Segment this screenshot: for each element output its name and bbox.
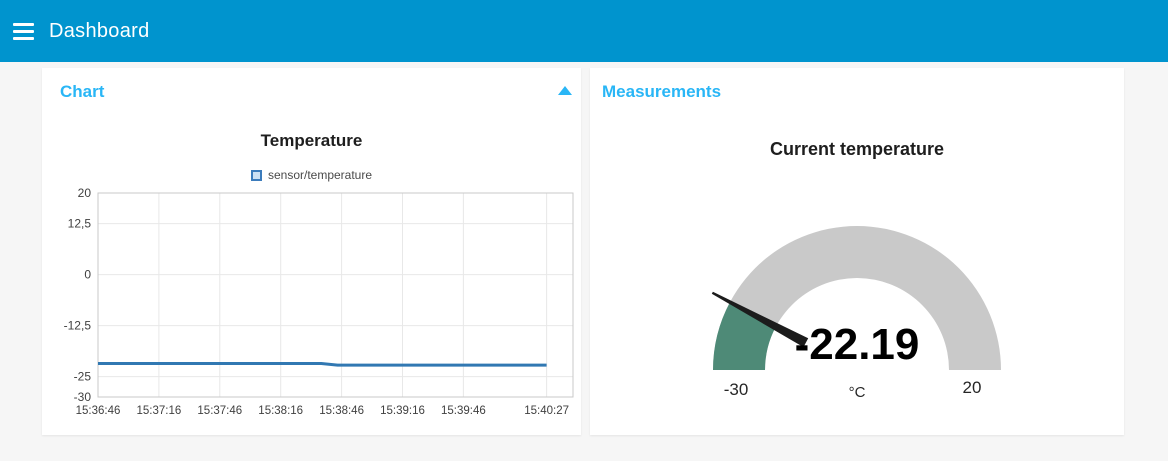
y-tick-label: 12,5: [68, 217, 92, 231]
x-tick-label: 15:38:46: [319, 405, 364, 417]
y-tick-label: -25: [74, 370, 92, 384]
legend-item[interactable]: sensor/temperature: [42, 168, 581, 182]
hamburger-icon: [13, 29, 34, 33]
x-tick-label: 15:37:46: [197, 405, 242, 417]
gauge-title: Current temperature: [769, 139, 945, 159]
gauge-unit-label: °C: [848, 384, 866, 401]
hamburger-icon: [13, 36, 34, 40]
legend-swatch-icon: [250, 169, 262, 181]
hamburger-icon: [13, 22, 34, 26]
collapse-button[interactable]: [554, 80, 576, 100]
gauge-min-label: -30: [723, 380, 749, 399]
y-tick-label: 0: [84, 268, 91, 282]
chart-card-title: Chart: [60, 82, 105, 101]
chart-widget-card: Chart Temperature sensor/temperature 15:…: [42, 68, 581, 435]
measurements-card-title: Measurements: [602, 82, 722, 101]
x-tick-label: 15:39:46: [441, 405, 486, 417]
measurements-widget-card: Measurements Current temperature -22.19 …: [590, 68, 1124, 435]
app-header: Dashboard: [0, 0, 1168, 62]
y-tick-label: -30: [74, 390, 92, 404]
gauge-value: -22.19: [794, 320, 920, 369]
temperature-line-chart[interactable]: 15:36:46 15:37:16 15:37:46 15:38:16 15:38:46…: [42, 186, 581, 435]
series-line: [98, 362, 547, 367]
x-tick-label: 15:37:16: [137, 405, 182, 417]
x-tick-label: 15:38:16: [258, 405, 303, 417]
triangle-up-icon: [558, 85, 572, 95]
x-tick-label: 15:39:16: [380, 405, 425, 417]
chart-title: Temperature: [260, 131, 363, 150]
x-tick-label: 15:36:46: [76, 405, 121, 417]
page-title: Dashboard: [49, 19, 150, 42]
y-tick-label: -12,5: [64, 319, 92, 333]
y-tick-label: 20: [78, 186, 92, 200]
x-tick-label: 15:40:27: [524, 405, 569, 417]
gauge-max-label: 20: [962, 378, 982, 397]
legend-label: sensor/temperature: [267, 168, 373, 182]
menu-button[interactable]: [13, 22, 35, 40]
